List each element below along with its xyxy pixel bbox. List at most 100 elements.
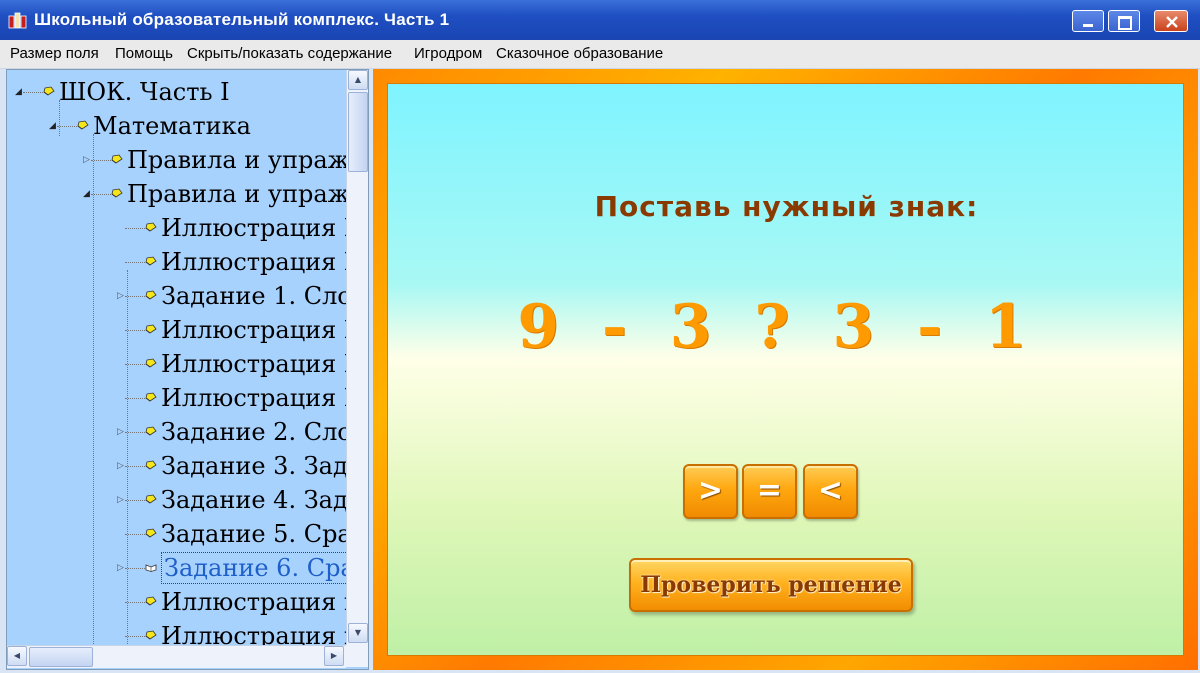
tree-item[interactable]: Иллюстрация N (7, 347, 346, 381)
tree-item[interactable]: ▷ Задание 6. Сра (7, 551, 346, 585)
book-icon (145, 528, 157, 538)
greater-than-button[interactable]: > (683, 464, 738, 519)
window-title: Школьный образовательный комплекс. Часть… (34, 10, 450, 29)
hscroll-thumb[interactable] (29, 647, 93, 667)
tree-item-label: Правила и упражн (127, 180, 346, 208)
tree-item-label: Иллюстрация N (161, 384, 346, 412)
tree-item-label: Задание 6. Сра (161, 552, 346, 584)
scroll-right-button[interactable]: ▶ (324, 646, 344, 666)
tree-item-label: Иллюстрация N (161, 350, 346, 378)
app-icon (8, 12, 27, 29)
tree-connector (23, 92, 45, 93)
tree-guide-line (127, 270, 128, 645)
collapse-icon[interactable]: ◢ (83, 190, 92, 199)
tree-item-label: Задание 1. Сло (161, 282, 346, 310)
scroll-corner (346, 645, 368, 667)
tree-connector (125, 228, 147, 229)
scroll-thumb[interactable] (348, 92, 368, 172)
contents-tree-pane: ◢ ШОК. Часть I ◢ Математика ▷ Правила и упраж… (6, 69, 369, 670)
tree-item[interactable]: Иллюстрация N (7, 313, 346, 347)
book-icon (43, 86, 55, 96)
tree-item[interactable]: ▷ Задание 1. Сло (7, 279, 346, 313)
tree-item[interactable]: ▷ Правила и упражн (7, 143, 346, 177)
vertical-scrollbar[interactable]: ▲ ▼ (346, 70, 368, 645)
tree-guide-line (93, 134, 94, 645)
minimize-button[interactable] (1072, 10, 1104, 32)
close-button[interactable] (1154, 10, 1188, 32)
tree-connector (125, 364, 147, 365)
menu-toggle-contents[interactable]: Скрыть/показать содержание (187, 45, 392, 62)
scroll-down-button[interactable]: ▼ (348, 623, 368, 643)
tree-connector (125, 262, 147, 263)
tree-connector (125, 296, 147, 297)
book-icon (145, 392, 157, 402)
tree-item-label: Задание 4. Зада (161, 486, 346, 514)
expand-icon[interactable]: ▷ (117, 292, 126, 301)
menu-field-size[interactable]: Размер поля (10, 45, 99, 62)
tree-item[interactable]: ▷ Задание 2. Сло (7, 415, 346, 449)
exercise-prompt: Поставь нужный знак: (594, 190, 979, 223)
tree-item-label: Задание 5. Сра (161, 520, 346, 548)
expand-icon[interactable]: ▷ (117, 428, 126, 437)
tree-item[interactable]: ◢ Правила и упражн (7, 177, 346, 211)
tree-connector (125, 602, 147, 603)
tree-item[interactable]: Иллюстрация N (7, 211, 346, 245)
tree-connector (125, 330, 147, 331)
exercise-frame: Поставь нужный знак: 9 - 3 ? 3 - 1 > = <… (373, 69, 1198, 670)
tree-item[interactable]: ◢ ШОК. Часть I (7, 75, 346, 109)
tree-item-label: Задание 3. Зада (161, 452, 346, 480)
menu-help[interactable]: Помощь (115, 45, 173, 62)
check-solution-button[interactable]: Проверить решение (629, 558, 913, 612)
tree-connector (125, 432, 147, 433)
tree-item-label: Иллюстрация N (161, 316, 346, 344)
tree-item-label: Иллюстрация n (161, 622, 346, 645)
expand-icon[interactable]: ▷ (117, 462, 126, 471)
book-icon (145, 358, 157, 368)
equals-button[interactable]: = (742, 464, 797, 519)
book-icon (145, 494, 157, 504)
book-icon (145, 324, 157, 334)
tree-item-label: Иллюстрация N (161, 248, 346, 276)
collapse-icon[interactable]: ◢ (15, 88, 24, 97)
book-icon (111, 188, 123, 198)
tree-item[interactable]: ▷ Задание 4. Зада (7, 483, 346, 517)
tree-connector (125, 398, 147, 399)
maximize-button[interactable] (1108, 10, 1140, 32)
horizontal-scrollbar[interactable]: ◀ ▶ (7, 645, 346, 668)
menu-fairytale-education[interactable]: Сказочное образование (496, 45, 663, 62)
contents-tree: ◢ ШОК. Часть I ◢ Математика ▷ Правила и упраж… (7, 70, 346, 645)
open-book-icon (145, 564, 157, 572)
book-icon (145, 256, 157, 266)
book-icon (145, 222, 157, 232)
book-icon (145, 630, 157, 640)
tree-item[interactable]: Иллюстрация n (7, 619, 346, 645)
tree-item[interactable]: Иллюстрация n (7, 585, 346, 619)
expand-icon[interactable]: ▷ (117, 496, 126, 505)
expand-icon[interactable]: ▷ (83, 156, 92, 165)
scroll-up-button[interactable]: ▲ (348, 70, 368, 90)
book-icon (77, 120, 89, 130)
tree-item[interactable]: Иллюстрация N (7, 381, 346, 415)
tree-item-label: Математика (93, 112, 251, 140)
book-icon (145, 596, 157, 606)
book-icon (145, 426, 157, 436)
collapse-icon[interactable]: ◢ (49, 122, 58, 131)
tree-item[interactable]: ▷ Задание 3. Зада (7, 449, 346, 483)
menu-game-room[interactable]: Игродром (414, 45, 482, 62)
book-icon (145, 460, 157, 470)
scroll-left-button[interactable]: ◀ (7, 646, 27, 666)
tree-item-label: ШОК. Часть I (59, 78, 230, 106)
tree-connector (125, 534, 147, 535)
less-than-button[interactable]: < (803, 464, 858, 519)
tree-connector (91, 160, 113, 161)
tree-item[interactable]: Иллюстрация N (7, 245, 346, 279)
close-icon (1166, 16, 1178, 28)
tree-item[interactable]: Задание 5. Сра (7, 517, 346, 551)
tree-connector (125, 568, 147, 569)
tree-item-label: Задание 2. Сло (161, 418, 346, 446)
tree-guide-line (59, 100, 60, 136)
tree-connector (125, 636, 147, 637)
expand-icon[interactable]: ▷ (117, 564, 126, 573)
tree-item-label: Правила и упражн (127, 146, 346, 174)
tree-item[interactable]: ◢ Математика (7, 109, 346, 143)
